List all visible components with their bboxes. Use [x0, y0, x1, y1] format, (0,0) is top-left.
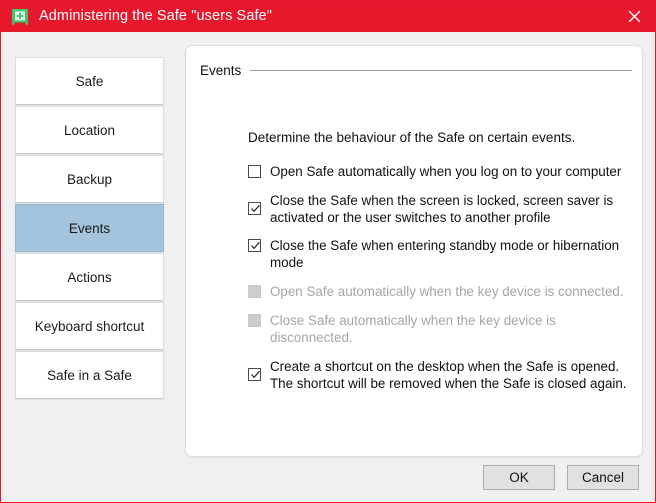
- events-group-header: Events: [200, 63, 637, 78]
- cancel-button-label: Cancel: [582, 470, 624, 485]
- dialog-window: Administering the Safe "users Safe" Safe…: [0, 0, 656, 503]
- option-label: Close the Safe when entering standby mod…: [270, 237, 628, 271]
- sidebar-item-label: Backup: [67, 172, 112, 187]
- option-close-safe-on-screen-lock[interactable]: Close the Safe when the screen is locked…: [248, 192, 628, 226]
- content-panel: Events Determine the behaviour of the Sa…: [185, 45, 643, 457]
- cancel-button[interactable]: Cancel: [567, 465, 639, 490]
- checkbox-open-safe-on-key-device-connected: [248, 285, 261, 298]
- sidebar-item-label: Keyboard shortcut: [35, 319, 145, 334]
- sidebar-item-label: Safe: [76, 74, 104, 89]
- description-text: Determine the behaviour of the Safe on c…: [248, 130, 575, 145]
- window-title: Administering the Safe "users Safe": [39, 1, 272, 32]
- sidebar-item-keyboard-shortcut[interactable]: Keyboard shortcut: [15, 302, 164, 350]
- close-button[interactable]: [611, 1, 656, 32]
- checkbox-close-safe-on-key-device-disconnected: [248, 314, 261, 327]
- sidebar-item-events[interactable]: Events: [15, 204, 164, 252]
- checkbox-create-desktop-shortcut[interactable]: [248, 368, 261, 381]
- sidebar-item-safe-in-a-safe[interactable]: Safe in a Safe: [15, 351, 164, 399]
- sidebar-item-actions[interactable]: Actions: [15, 253, 164, 301]
- sidebar: Safe Location Backup Events Actions Keyb…: [15, 57, 164, 400]
- option-open-safe-on-logon[interactable]: Open Safe automatically when you log on …: [248, 163, 628, 180]
- sidebar-item-safe[interactable]: Safe: [15, 57, 164, 105]
- group-divider: [250, 70, 632, 71]
- sidebar-item-label: Safe in a Safe: [47, 368, 132, 383]
- option-label: Open Safe automatically when the key dev…: [270, 283, 624, 300]
- checkbox-close-safe-on-screen-lock[interactable]: [248, 202, 261, 215]
- sidebar-item-label: Location: [64, 123, 115, 138]
- sidebar-item-label: Actions: [67, 270, 111, 285]
- ok-button[interactable]: OK: [483, 465, 555, 490]
- events-option-list: Open Safe automatically when you log on …: [248, 163, 628, 403]
- close-icon: [628, 10, 641, 23]
- group-title: Events: [200, 63, 250, 78]
- sidebar-item-backup[interactable]: Backup: [15, 155, 164, 203]
- checkbox-close-safe-on-standby[interactable]: [248, 239, 261, 252]
- dialog-footer: OK Cancel: [1, 465, 656, 491]
- option-close-safe-on-standby[interactable]: Close the Safe when entering standby mod…: [248, 237, 628, 271]
- sidebar-item-label: Events: [69, 221, 110, 236]
- title-bar: Administering the Safe "users Safe": [1, 1, 656, 32]
- option-label: Create a shortcut on the desktop when th…: [270, 358, 628, 392]
- option-label: Close Safe automatically when the key de…: [270, 312, 628, 346]
- option-create-desktop-shortcut[interactable]: Create a shortcut on the desktop when th…: [248, 358, 628, 392]
- option-label: Open Safe automatically when you log on …: [270, 163, 621, 180]
- option-open-safe-on-key-device-connected: Open Safe automatically when the key dev…: [248, 283, 628, 300]
- sidebar-item-location[interactable]: Location: [15, 106, 164, 154]
- safe-icon: [11, 8, 29, 26]
- checkbox-open-safe-on-logon[interactable]: [248, 165, 261, 178]
- option-close-safe-on-key-device-disconnected: Close Safe automatically when the key de…: [248, 312, 628, 346]
- option-label: Close the Safe when the screen is locked…: [270, 192, 628, 226]
- ok-button-label: OK: [509, 470, 529, 485]
